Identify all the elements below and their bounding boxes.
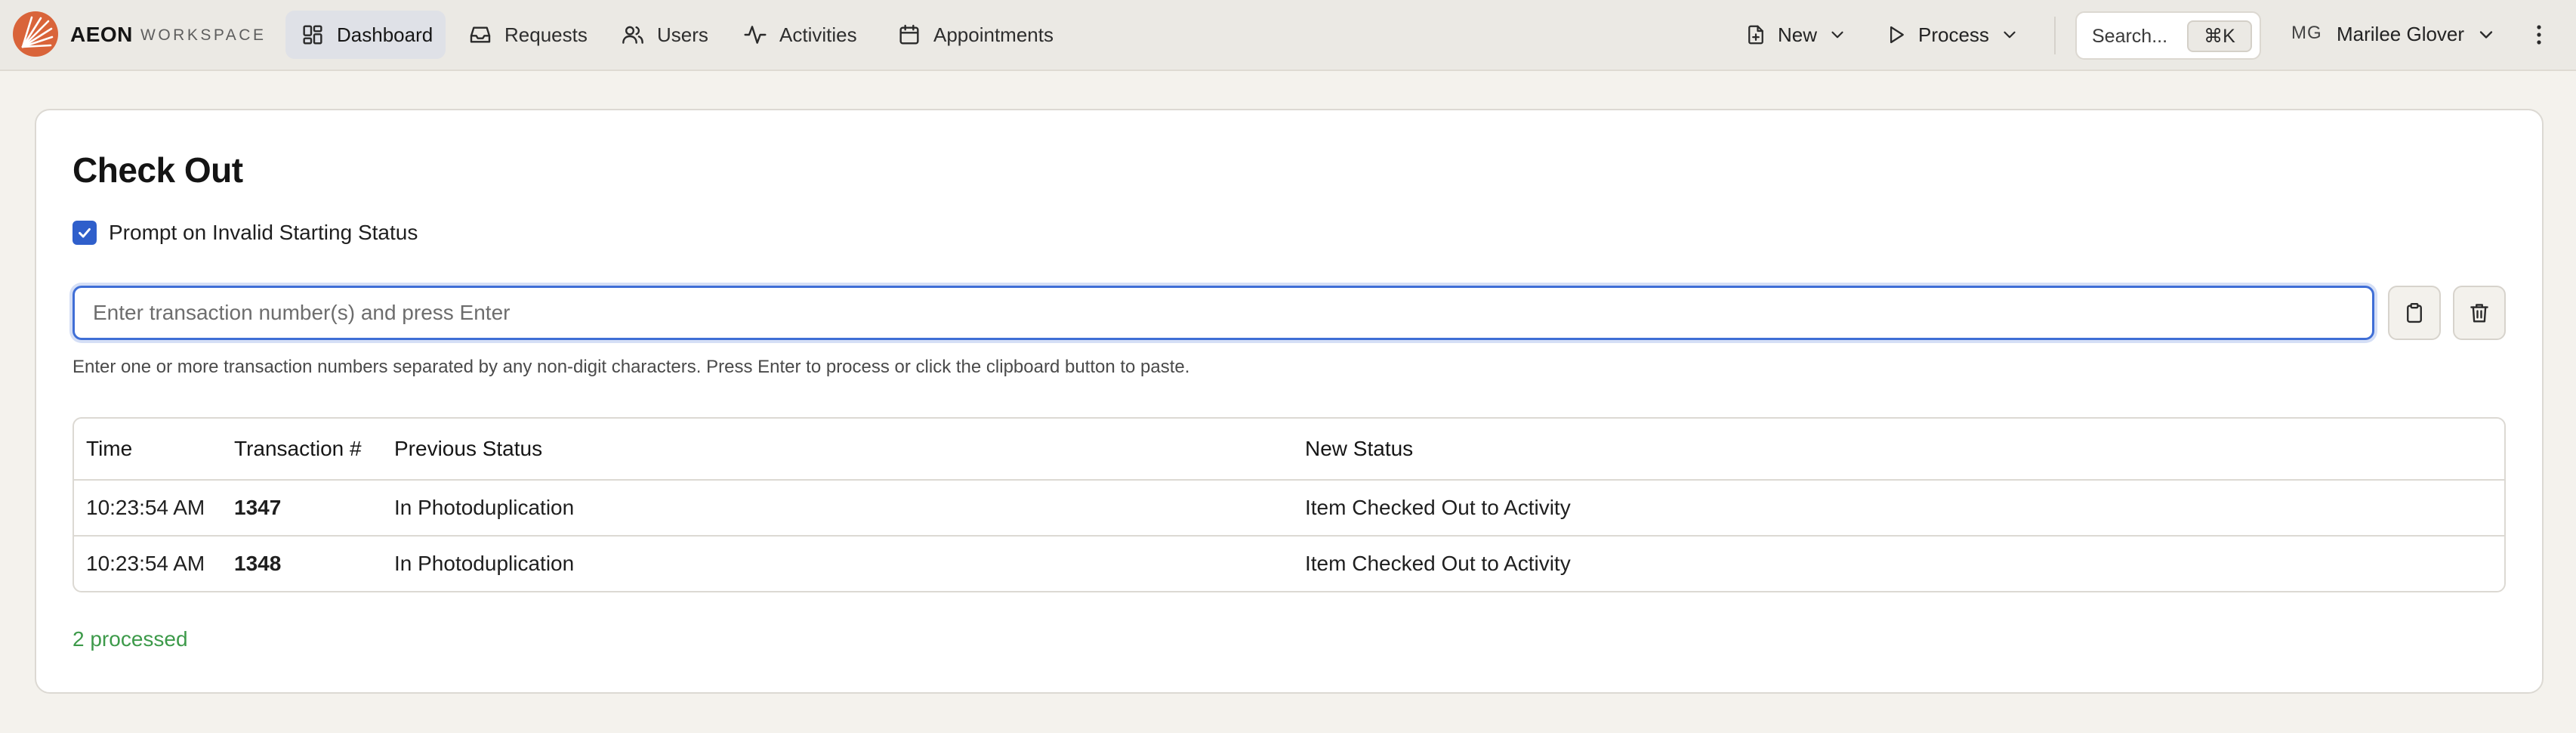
- table-row: 10:23:54 AM 1348 In Photoduplication Ite…: [74, 535, 2504, 591]
- aeon-logo-icon[interactable]: [12, 11, 59, 57]
- inbox-icon: [470, 26, 491, 43]
- brand-subtitle: WORKSPACE: [140, 26, 267, 44]
- checkout-results-table: Time Transaction # Previous Status New S…: [72, 417, 2506, 592]
- cell-new-status: Item Checked Out to Activity: [1305, 496, 1571, 519]
- table-header-row: Time Transaction # Previous Status New S…: [74, 419, 2504, 479]
- user-avatar[interactable]: MG: [2291, 23, 2322, 44]
- user-menu-chevron-icon[interactable]: [2476, 24, 2497, 45]
- checkmark-icon: [79, 227, 91, 238]
- users-icon: [622, 26, 643, 44]
- column-header-transaction: Transaction #: [234, 437, 362, 460]
- processed-count: 2 processed: [72, 627, 188, 651]
- check-out-panel: Check Out Prompt on Invalid Starting Sta…: [35, 109, 2544, 694]
- nav-activities[interactable]: Activities: [728, 11, 872, 59]
- nav-requests-label: Requests: [504, 23, 588, 46]
- cell-previous-status: In Photoduplication: [394, 552, 575, 575]
- search-button[interactable]: Search... ⌘K: [2075, 11, 2261, 60]
- nav-requests[interactable]: Requests: [453, 11, 603, 59]
- clipboard-icon: [2407, 302, 2422, 323]
- nav-users-label: Users: [657, 23, 708, 46]
- chevron-down-icon: [2004, 31, 2016, 39]
- column-header-new-status: New Status: [1305, 437, 1414, 460]
- cell-new-status: Item Checked Out to Activity: [1305, 552, 1571, 575]
- nav-activities-label: Activities: [779, 23, 857, 46]
- cell-transaction-number: 1347: [234, 496, 282, 519]
- nav-appointments[interactable]: Appointments: [882, 11, 1069, 59]
- dashboard-icon: [303, 25, 322, 45]
- clear-results-button[interactable]: [2453, 286, 2506, 340]
- transaction-number-input[interactable]: [72, 286, 2374, 340]
- column-header-previous-status: Previous Status: [394, 437, 543, 460]
- new-menu-label: New: [1778, 23, 1818, 46]
- cell-transaction-number: 1348: [234, 552, 282, 575]
- cell-previous-status: In Photoduplication: [394, 496, 575, 519]
- more-options-icon[interactable]: [2530, 23, 2548, 47]
- search-placeholder: Search...: [2092, 26, 2168, 47]
- play-icon: [1890, 26, 1904, 44]
- calendar-icon: [899, 24, 919, 45]
- nav-dashboard[interactable]: Dashboard: [285, 11, 446, 59]
- file-plus-icon: [1748, 25, 1763, 45]
- input-help-text: Enter one or more transaction numbers se…: [72, 357, 1190, 377]
- toolbar-divider: [2054, 17, 2056, 54]
- nav-users[interactable]: Users: [606, 11, 723, 59]
- cell-time: 10:23:54 AM: [86, 552, 205, 575]
- process-menu-button[interactable]: Process: [1885, 11, 2019, 59]
- paste-clipboard-button[interactable]: [2388, 286, 2441, 340]
- chevron-down-icon: [1831, 31, 1843, 39]
- column-header-time: Time: [86, 437, 133, 460]
- process-menu-label: Process: [1918, 23, 1989, 46]
- nav-appointments-label: Appointments: [933, 23, 1054, 46]
- prompt-invalid-status-checkbox[interactable]: [72, 221, 97, 245]
- prompt-invalid-status-label[interactable]: Prompt on Invalid Starting Status: [109, 221, 418, 245]
- activity-icon: [744, 26, 767, 44]
- user-name[interactable]: Marilee Glover: [2337, 23, 2464, 46]
- new-menu-button[interactable]: New: [1745, 11, 1847, 59]
- brand-name: AEON: [70, 23, 133, 46]
- table-row: 10:23:54 AM 1347 In Photoduplication Ite…: [74, 479, 2504, 535]
- cell-time: 10:23:54 AM: [86, 496, 205, 519]
- search-shortcut-badge: ⌘K: [2187, 20, 2252, 52]
- trash-icon: [2470, 304, 2488, 323]
- page-title: Check Out: [72, 150, 243, 190]
- nav-dashboard-label: Dashboard: [337, 23, 433, 46]
- top-navigation-bar: AEON WORKSPACE Dashboard Requests Users: [0, 0, 2576, 71]
